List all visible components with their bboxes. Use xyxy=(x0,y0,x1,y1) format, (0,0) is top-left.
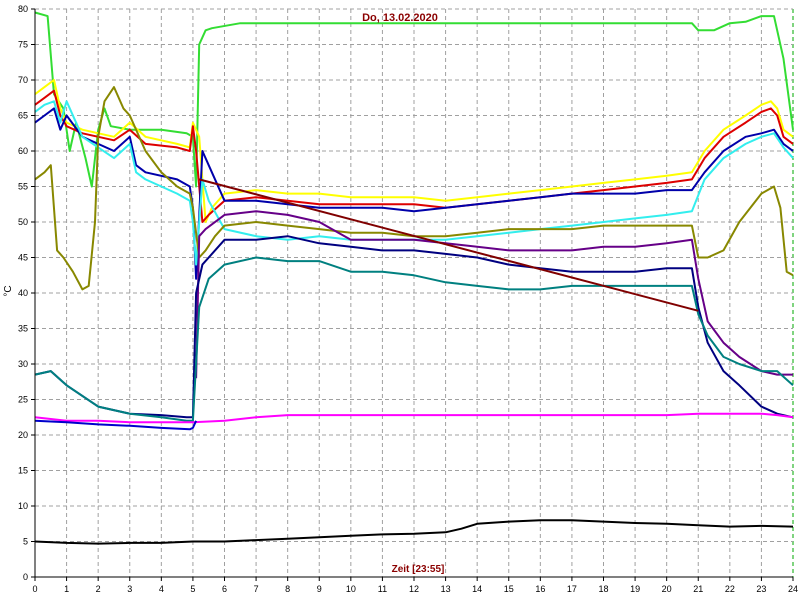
y-tick-label: 30 xyxy=(18,359,28,369)
y-tick-label: 5 xyxy=(23,537,28,547)
x-tick-label: 17 xyxy=(567,584,577,594)
x-tick-label: 16 xyxy=(535,584,545,594)
y-tick-label: 55 xyxy=(18,182,28,192)
x-tick-label: 3 xyxy=(127,584,132,594)
x-tick-label: 21 xyxy=(693,584,703,594)
x-tick-label: 5 xyxy=(190,584,195,594)
x-tick-label: 19 xyxy=(630,584,640,594)
y-tick-label: 50 xyxy=(18,217,28,227)
chart-background xyxy=(0,0,800,600)
x-tick-label: 13 xyxy=(441,584,451,594)
x-tick-label: 10 xyxy=(346,584,356,594)
x-tick-label: 15 xyxy=(504,584,514,594)
x-tick-label: 14 xyxy=(472,584,482,594)
y-tick-label: 0 xyxy=(23,572,28,582)
chart-title: Do, 13.02.2020 xyxy=(362,12,438,24)
x-tick-label: 8 xyxy=(285,584,290,594)
y-axis-label: °C xyxy=(3,285,14,296)
x-tick-label: 6 xyxy=(222,584,227,594)
y-tick-label: 35 xyxy=(18,324,28,334)
y-tick-label: 80 xyxy=(18,4,28,14)
line-chart: 0 1 2 3 4 5 6 7 8 9 10 11 12 13 14 15 16 17 18 19 20 21 22 23 24… xyxy=(0,0,800,600)
x-tick-label: 2 xyxy=(96,584,101,594)
y-tick-label: 15 xyxy=(18,466,28,476)
x-tick-label: 9 xyxy=(317,584,322,594)
x-tick-label: 23 xyxy=(756,584,766,594)
x-tick-label: 24 xyxy=(788,584,798,594)
x-tick-label: 22 xyxy=(725,584,735,594)
x-tick-label: 1 xyxy=(64,584,69,594)
y-tick-label: 60 xyxy=(18,146,28,156)
x-tick-label: 11 xyxy=(378,584,387,594)
x-tick-label: 4 xyxy=(159,584,164,594)
x-tick-label: 7 xyxy=(254,584,259,594)
x-tick-label: 0 xyxy=(32,584,37,594)
x-tick-label: 12 xyxy=(409,584,419,594)
y-tick-label: 70 xyxy=(18,75,28,85)
x-tick-label: 20 xyxy=(662,584,672,594)
y-tick-label: 65 xyxy=(18,111,28,121)
x-axis-label: Zeit [23:55] xyxy=(392,564,445,575)
y-tick-label: 20 xyxy=(18,430,28,440)
y-tick-label: 25 xyxy=(18,395,28,405)
x-tick-label: 18 xyxy=(598,584,608,594)
y-tick-label: 45 xyxy=(18,253,28,263)
y-tick-label: 10 xyxy=(18,501,28,511)
y-tick-label: 75 xyxy=(18,40,28,50)
y-tick-label: 40 xyxy=(18,288,28,298)
